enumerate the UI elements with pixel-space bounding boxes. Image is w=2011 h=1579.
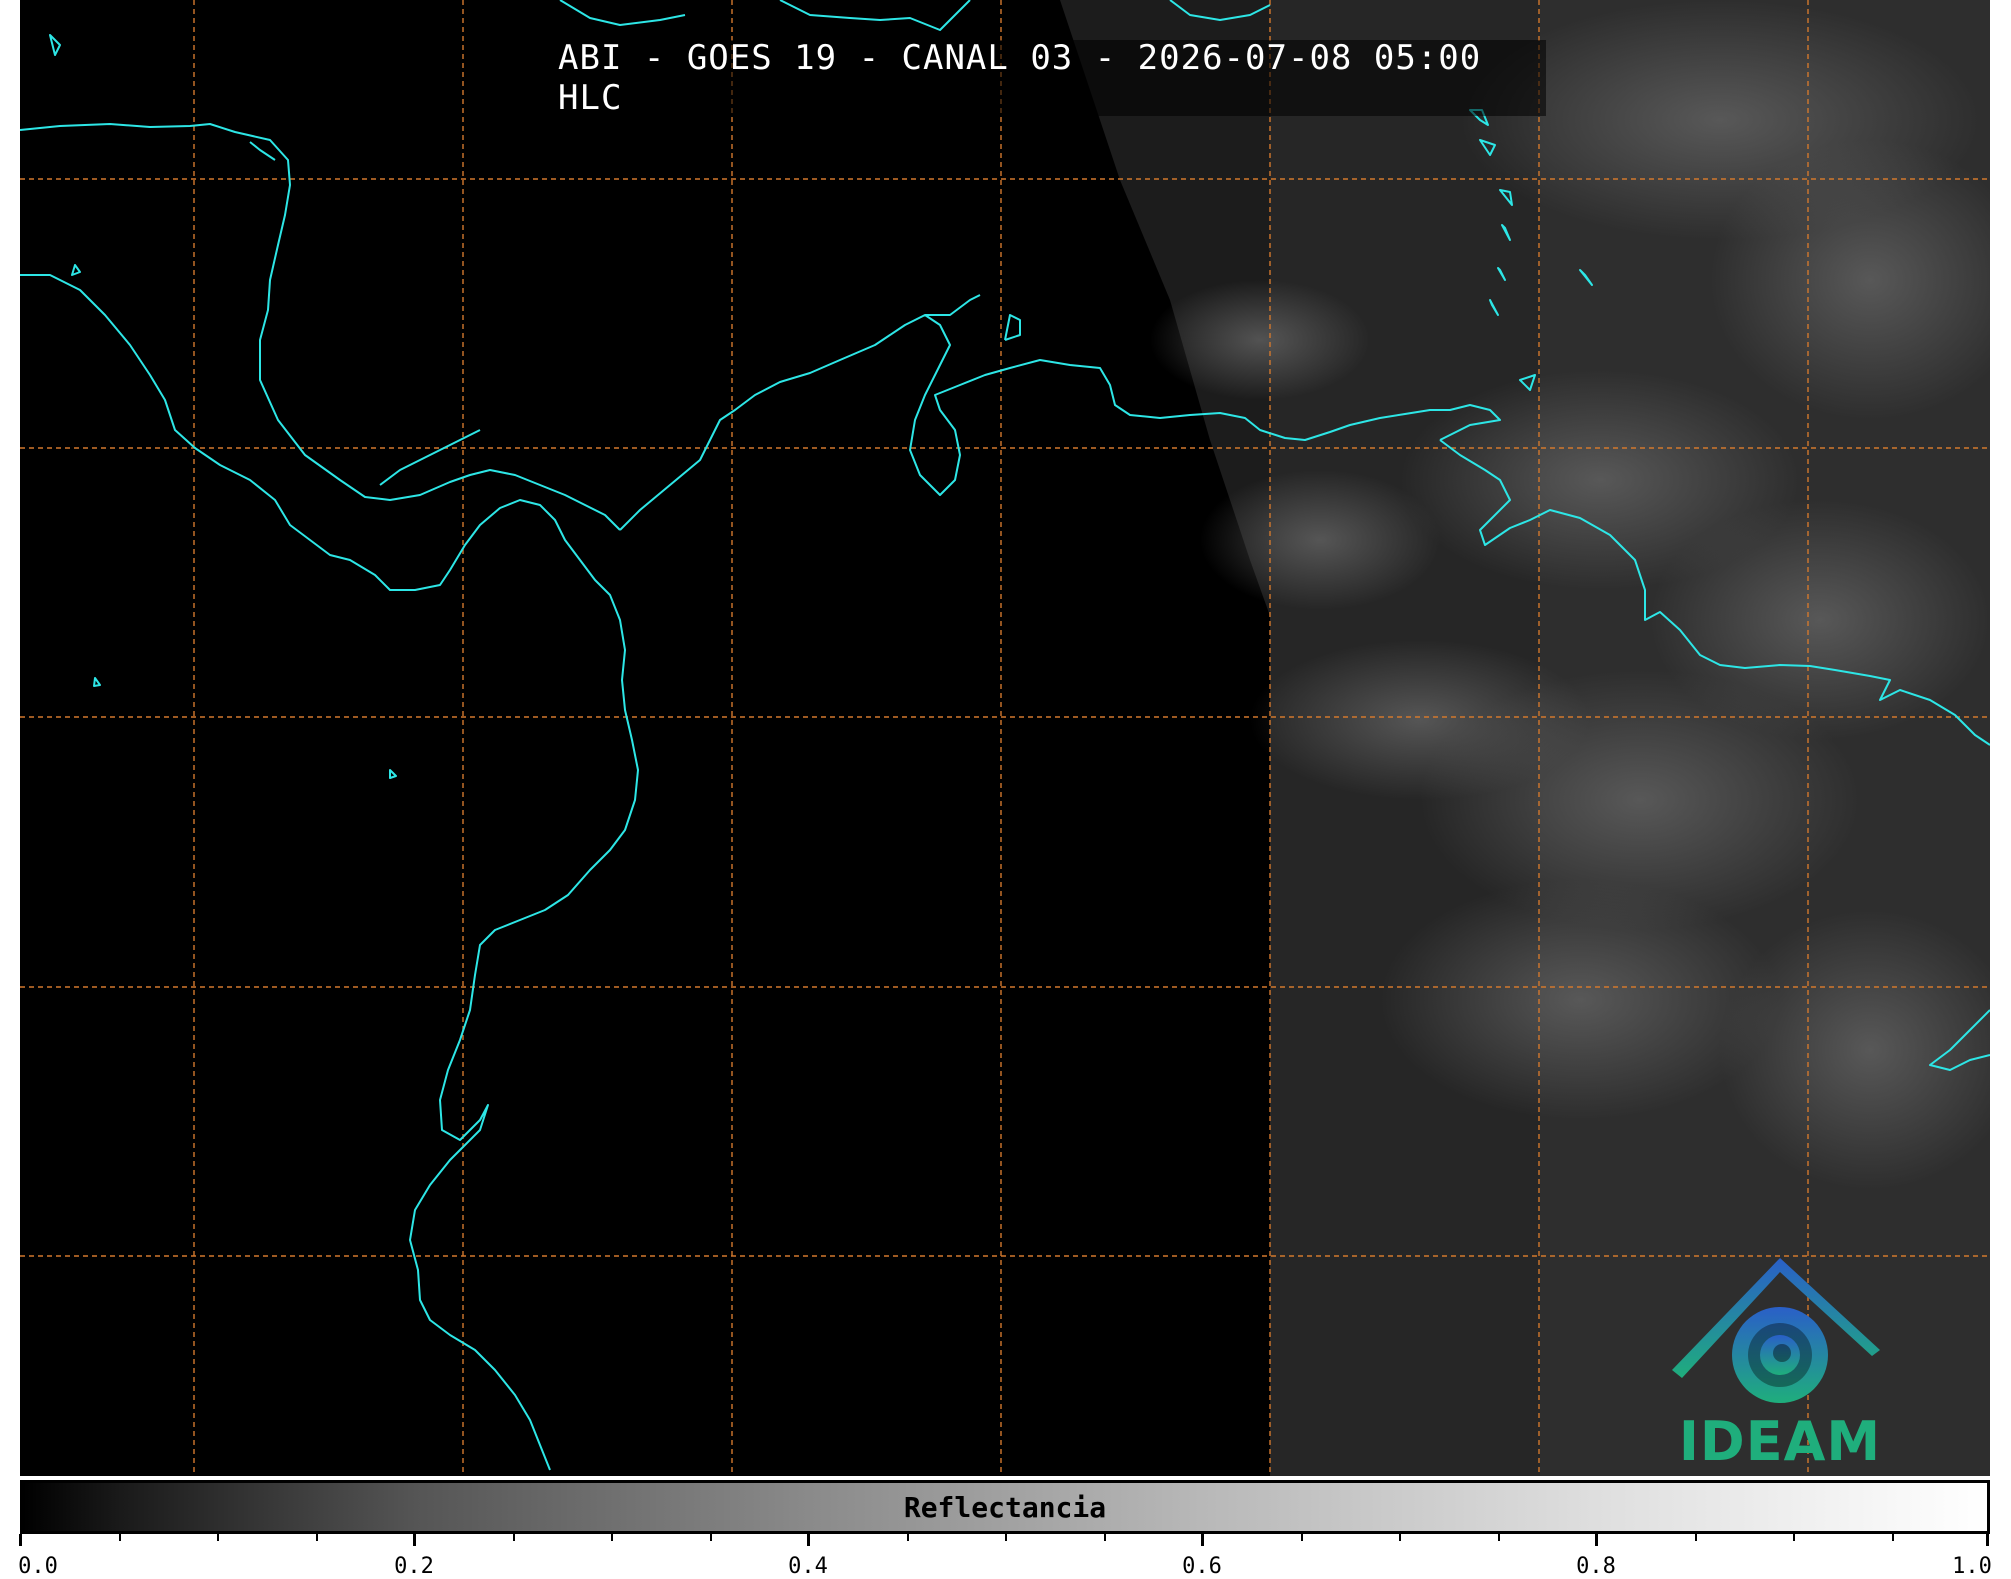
colorbar-minor-tick (1497, 1534, 1500, 1541)
colorbar-tick-label: 0.4 (788, 1554, 828, 1579)
ideam-mountain-spiral-logo-icon (1672, 1258, 1880, 1403)
colorbar-minor-tick (512, 1534, 515, 1541)
colorbar-minor-tick (1891, 1534, 1894, 1541)
colorbar-minor-tick (709, 1534, 712, 1541)
colorbar-major-tick (1201, 1534, 1204, 1546)
title-box: ABI - GOES 19 - CANAL 03 - 2026-07-08 05… (558, 38, 1546, 118)
colorbar-major-tick (413, 1534, 416, 1546)
colorbar-major-tick (807, 1534, 810, 1546)
map-title: ABI - GOES 19 - CANAL 03 - 2026-07-08 05… (558, 38, 1482, 118)
colorbar-minor-tick (315, 1534, 318, 1541)
colorbar-minor-tick (611, 1534, 613, 1541)
colorbar-minor-tick (1694, 1534, 1697, 1541)
colorbar-minor-tick (1793, 1534, 1795, 1541)
colorbar-minor-tick (1300, 1534, 1303, 1541)
colorbar-major-tick (19, 1534, 22, 1546)
logo-text: IDEAM (1678, 1410, 1882, 1473)
colorbar-tick-label: 0.6 (1182, 1554, 1222, 1579)
colorbar-label: Reflectancia (903, 1490, 1107, 1524)
colorbar-minor-tick (1005, 1534, 1007, 1541)
colorbar-minor-tick (1103, 1534, 1106, 1541)
ideam-logo: IDEAM (1660, 1250, 1900, 1473)
colorbar-ticks: 0.0 0.2 0.4 0.6 0.8 1.0 (18, 1534, 1992, 1579)
satellite-map: ABI - GOES 19 - CANAL 03 - 2026-07-08 05… (20, 0, 1990, 1476)
colorbar-tick-label: 0.2 (394, 1554, 434, 1579)
colorbar-tick-label: 0.8 (1576, 1554, 1616, 1579)
colorbar-tick-label: 1.0 (1952, 1554, 1992, 1579)
colorbar-major-tick (1595, 1534, 1598, 1546)
colorbar-tick-label: 0.0 (18, 1554, 58, 1579)
colorbar-major-tick (1986, 1534, 1989, 1546)
colorbar-minor-tick (906, 1534, 909, 1541)
colorbar-minor-tick (217, 1534, 219, 1541)
colorbar-minor-tick (1399, 1534, 1401, 1541)
colorbar: Reflectancia (20, 1480, 1990, 1534)
colorbar-minor-tick (118, 1534, 121, 1541)
